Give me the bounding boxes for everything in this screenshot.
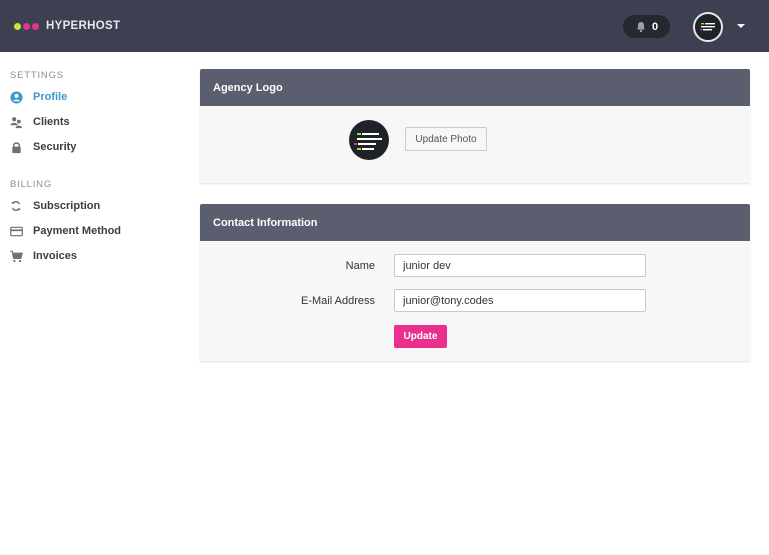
sidebar-item-label: Subscription bbox=[33, 200, 101, 212]
notifications-button[interactable]: 0 bbox=[623, 15, 670, 38]
sidebar-item-payment-method[interactable]: Payment Method bbox=[9, 222, 121, 240]
contact-information-panel: Contact Information Name E-Mail Address … bbox=[200, 204, 750, 361]
credit-card-icon bbox=[9, 224, 23, 238]
brand-dot-icon bbox=[23, 22, 30, 30]
brand-dot-icon bbox=[14, 22, 21, 30]
billing-heading: BILLING bbox=[10, 179, 53, 190]
user-menu-caret-icon[interactable] bbox=[737, 24, 745, 28]
avatar-logo-icon bbox=[700, 23, 715, 31]
bell-icon bbox=[636, 21, 645, 32]
settings-heading: SETTINGS bbox=[10, 70, 64, 81]
update-button[interactable]: Update bbox=[394, 325, 447, 348]
sidebar-item-clients[interactable]: Clients bbox=[9, 113, 70, 131]
contact-information-title: Contact Information bbox=[200, 204, 750, 241]
brand-dot-icon bbox=[32, 22, 39, 30]
sidebar-item-subscription[interactable]: Subscription bbox=[9, 197, 100, 215]
sidebar-item-profile[interactable]: Profile bbox=[9, 88, 67, 106]
cart-icon bbox=[9, 249, 23, 263]
sidebar-item-invoices[interactable]: Invoices bbox=[9, 247, 77, 265]
update-photo-button[interactable]: Update Photo bbox=[405, 127, 487, 151]
notifications-count: 0 bbox=[651, 20, 659, 33]
sidebar-item-label: Profile bbox=[33, 91, 68, 103]
sidebar-item-label: Invoices bbox=[33, 250, 78, 262]
users-icon bbox=[9, 115, 23, 129]
agency-logo-icon bbox=[354, 133, 382, 150]
brand-name: HYPERHOST bbox=[46, 20, 121, 32]
sidebar-item-label: Clients bbox=[33, 116, 70, 128]
brand-logo[interactable]: HYPERHOST bbox=[14, 19, 120, 33]
agency-logo-title: Agency Logo bbox=[200, 69, 750, 106]
email-label: E-Mail Address bbox=[301, 295, 375, 307]
user-avatar[interactable] bbox=[693, 12, 723, 42]
sidebar-item-label: Security bbox=[33, 141, 77, 153]
refresh-icon bbox=[9, 199, 23, 213]
agency-logo-panel: Agency Logo Update Photo bbox=[200, 69, 750, 183]
sidebar-item-security[interactable]: Security bbox=[9, 138, 76, 156]
lock-icon bbox=[9, 140, 23, 154]
top-navbar: HYPERHOST 0 bbox=[0, 0, 769, 52]
agency-logo-image bbox=[349, 120, 389, 160]
email-input[interactable] bbox=[394, 289, 646, 312]
sidebar-item-label: Payment Method bbox=[33, 225, 122, 237]
user-circle-icon bbox=[9, 90, 23, 104]
name-input[interactable] bbox=[394, 254, 646, 277]
name-label: Name bbox=[345, 260, 375, 272]
